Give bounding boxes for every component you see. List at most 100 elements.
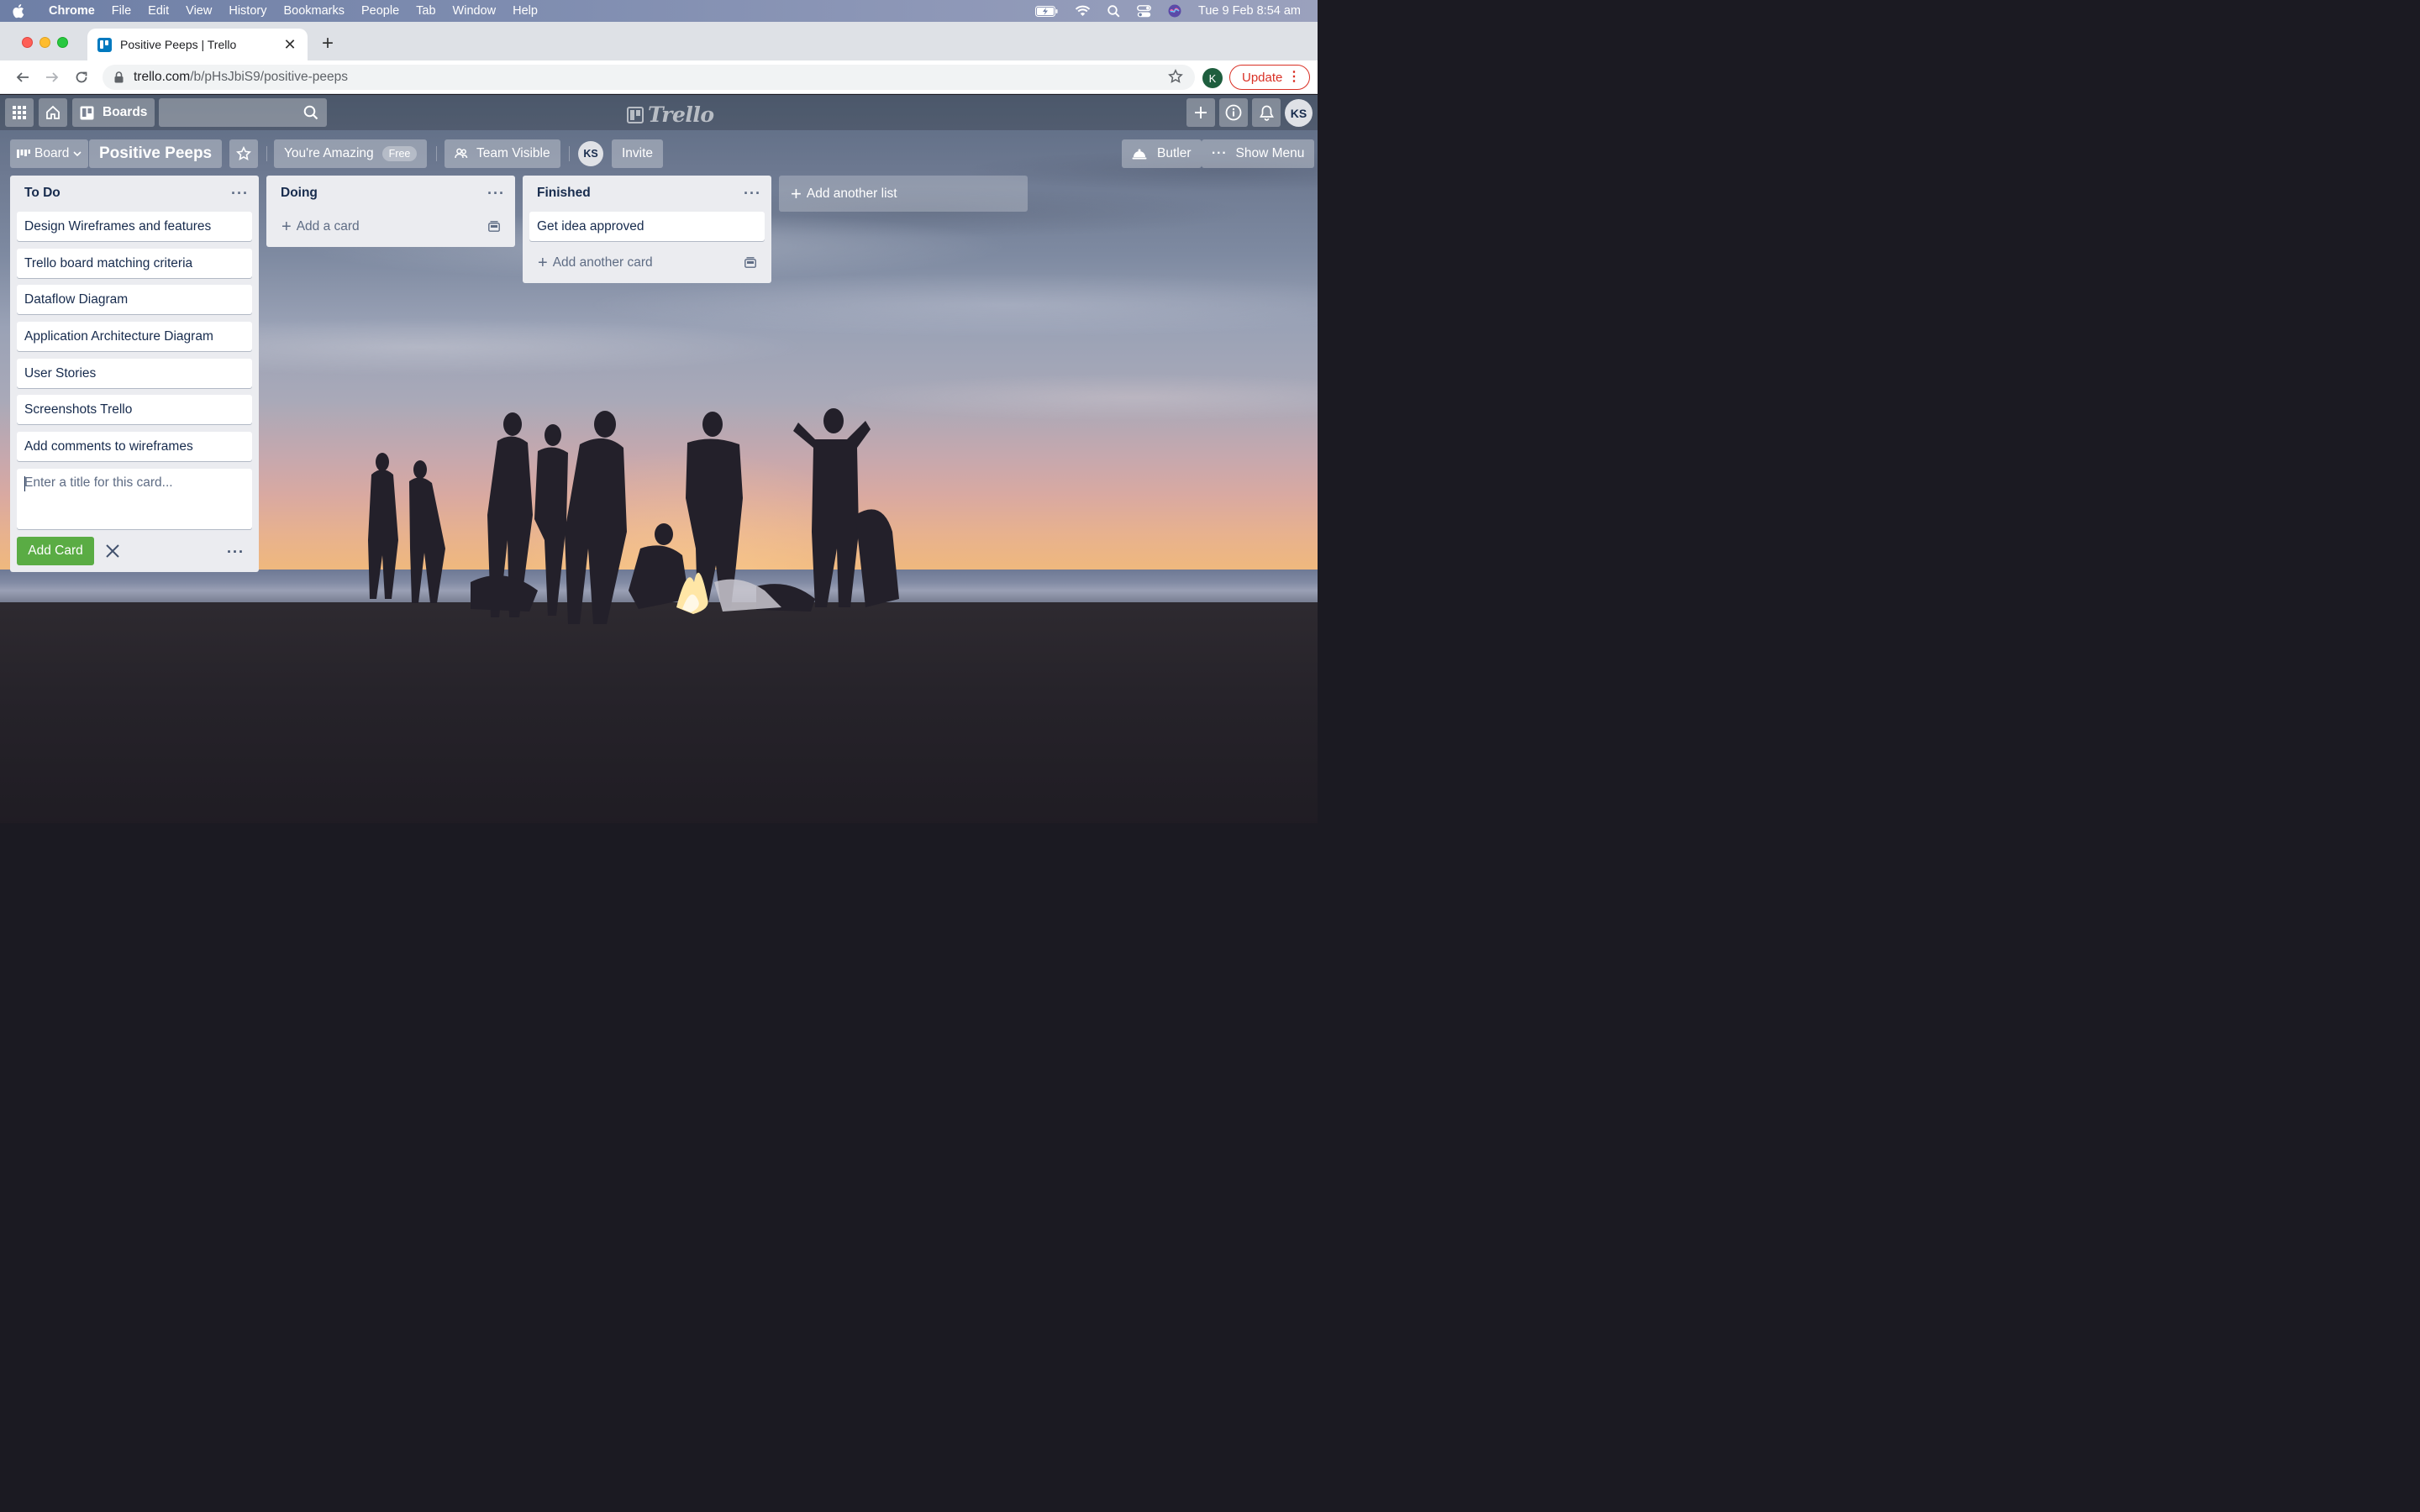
notifications-bell-icon[interactable] xyxy=(1252,98,1281,127)
browser-tab-active[interactable]: Positive Peeps | Trello ✕ xyxy=(87,29,308,60)
apps-grid-icon[interactable] xyxy=(5,98,34,127)
plus-icon: + xyxy=(791,182,802,204)
siri-icon[interactable] xyxy=(1168,4,1181,18)
composer-options-dots-icon[interactable]: ··· xyxy=(227,543,245,561)
boards-icon xyxy=(80,106,94,120)
board-view-label: Board xyxy=(34,146,70,160)
browser-toolbar: trello.com/b/pHsJbiS9/positive-peeps K U… xyxy=(0,60,1318,94)
visibility-button[interactable]: Team Visible xyxy=(445,139,560,168)
fullscreen-window-button[interactable] xyxy=(57,37,68,48)
menu-people[interactable]: People xyxy=(361,4,399,18)
menu-window[interactable]: Window xyxy=(453,4,497,18)
menu-app-name[interactable]: Chrome xyxy=(49,4,95,18)
add-card-link[interactable]: + Add a card xyxy=(273,213,508,241)
menu-file[interactable]: File xyxy=(112,4,131,18)
list-doing[interactable]: Doing ··· + Add a card xyxy=(266,176,515,247)
menu-edit[interactable]: Edit xyxy=(148,4,169,18)
trello-logo[interactable]: Trello xyxy=(627,102,714,127)
wifi-icon[interactable] xyxy=(1075,5,1091,17)
back-arrow-icon[interactable] xyxy=(13,67,33,87)
plan-free-badge: Free xyxy=(381,146,418,161)
card-title-input[interactable] xyxy=(24,475,245,522)
menu-help[interactable]: Help xyxy=(513,4,538,18)
team-name: You're Amazing xyxy=(284,146,374,160)
card[interactable]: Add comments to wireframes xyxy=(17,432,252,461)
trello-favicon-icon xyxy=(97,37,112,52)
butler-button[interactable]: Butler xyxy=(1122,139,1202,168)
boards-label: Boards xyxy=(103,105,148,119)
chrome-update-button[interactable]: Update ⋮ xyxy=(1229,65,1310,90)
card[interactable]: Application Architecture Diagram xyxy=(17,322,252,351)
menubar-clock[interactable]: Tue 9 Feb 8:54 am xyxy=(1198,4,1301,18)
menu-tab[interactable]: Tab xyxy=(416,4,435,18)
create-plus-icon[interactable] xyxy=(1186,98,1215,127)
tab-close-icon[interactable]: ✕ xyxy=(282,36,297,54)
card[interactable]: Design Wireframes and features xyxy=(17,212,252,241)
header-divider xyxy=(569,146,570,161)
add-card-button[interactable]: Add Card xyxy=(17,537,94,565)
bookmark-star-icon[interactable] xyxy=(1168,69,1183,88)
menu-bookmarks[interactable]: Bookmarks xyxy=(283,4,345,18)
invite-button[interactable]: Invite xyxy=(612,139,664,168)
add-card-label: Add another card xyxy=(552,255,653,270)
card[interactable]: Dataflow Diagram xyxy=(17,285,252,314)
member-avatar[interactable]: KS xyxy=(1285,99,1313,127)
add-list-button[interactable]: + Add another list xyxy=(779,176,1028,212)
add-card-link[interactable]: + Add another card xyxy=(529,249,765,277)
list-menu-dots-icon[interactable]: ··· xyxy=(231,185,249,202)
board-member-avatar[interactable]: KS xyxy=(578,141,603,166)
url-host: trello.com xyxy=(134,70,191,84)
boards-button[interactable]: Boards xyxy=(72,98,155,127)
chevron-down-icon xyxy=(73,151,82,156)
chrome-menu-kebab-icon[interactable]: ⋮ xyxy=(1287,71,1301,84)
control-center-icon[interactable] xyxy=(1137,4,1151,18)
card[interactable]: Trello board matching criteria xyxy=(17,249,252,278)
card[interactable]: User Stories xyxy=(17,359,252,388)
team-button[interactable]: You're Amazing Free xyxy=(274,139,428,168)
card-template-icon[interactable] xyxy=(744,257,756,272)
list-title[interactable]: To Do xyxy=(24,186,231,201)
minimize-window-button[interactable] xyxy=(39,37,50,48)
card-composer[interactable] xyxy=(17,469,252,529)
card[interactable]: Screenshots Trello xyxy=(17,395,252,424)
close-window-button[interactable] xyxy=(22,37,33,48)
list-title[interactable]: Finished xyxy=(537,186,744,201)
home-icon[interactable] xyxy=(39,98,67,127)
forward-arrow-icon[interactable] xyxy=(42,67,62,87)
list-header[interactable]: Doing ··· xyxy=(266,176,515,211)
card-template-icon[interactable] xyxy=(488,221,500,236)
chrome-profile-avatar[interactable]: K xyxy=(1202,68,1223,88)
trello-logo-text: Trello xyxy=(648,102,714,127)
list-header[interactable]: Finished ··· xyxy=(523,176,771,211)
list-menu-dots-icon[interactable]: ··· xyxy=(487,185,505,202)
list-title[interactable]: Doing xyxy=(281,186,487,201)
board-view-switcher[interactable]: Board xyxy=(10,139,89,168)
battery-charging-icon[interactable] xyxy=(1035,5,1058,17)
tab-title: Positive Peeps | Trello xyxy=(120,38,237,51)
star-board-icon[interactable] xyxy=(229,139,258,168)
add-list-label: Add another list xyxy=(806,186,897,201)
browser-tab-strip: Positive Peeps | Trello ✕ + xyxy=(0,22,1318,60)
board-view-icon xyxy=(17,149,30,159)
lock-icon[interactable] xyxy=(114,71,124,83)
reload-icon[interactable] xyxy=(71,67,92,87)
board-title[interactable]: Positive Peeps xyxy=(89,139,223,168)
close-icon[interactable] xyxy=(104,543,121,564)
trello-search-input[interactable] xyxy=(159,98,327,127)
menu-history[interactable]: History xyxy=(229,4,266,18)
new-tab-plus-icon[interactable]: + xyxy=(318,32,338,55)
apple-logo-icon[interactable] xyxy=(12,3,25,18)
list-to-do[interactable]: To Do ··· Design Wireframes and features… xyxy=(10,176,259,572)
spotlight-search-icon[interactable] xyxy=(1107,4,1120,18)
list-menu-dots-icon[interactable]: ··· xyxy=(744,185,761,202)
card[interactable]: Get idea approved xyxy=(529,212,765,241)
show-menu-label: Show Menu xyxy=(1235,146,1305,160)
search-icon[interactable] xyxy=(303,105,318,124)
list-header[interactable]: To Do ··· xyxy=(10,176,259,211)
show-menu-button[interactable]: ··· Show Menu xyxy=(1202,139,1315,168)
info-icon[interactable] xyxy=(1219,98,1248,127)
address-bar[interactable]: trello.com/b/pHsJbiS9/positive-peeps xyxy=(103,65,1195,90)
add-card-label: Add a card xyxy=(296,219,360,234)
menu-view[interactable]: View xyxy=(186,4,212,18)
list-finished[interactable]: Finished ··· Get idea approved + Add ano… xyxy=(523,176,771,283)
